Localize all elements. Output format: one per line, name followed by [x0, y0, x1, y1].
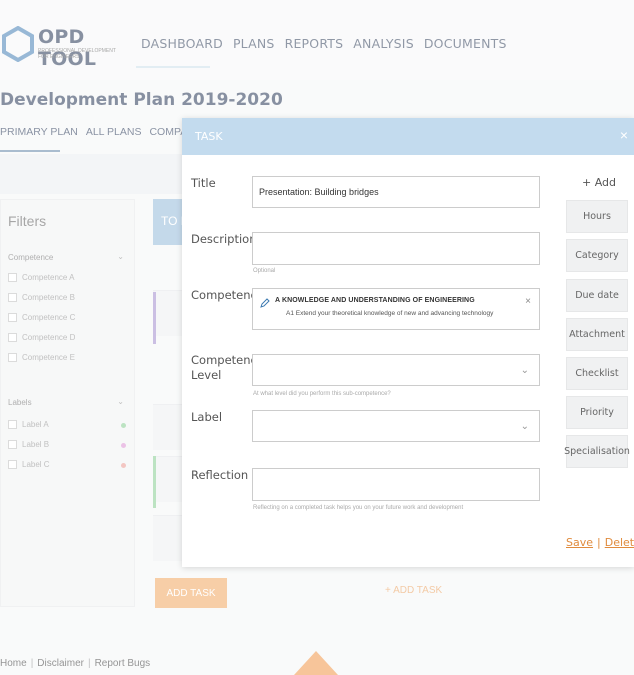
add-attachment-button[interactable]: Attachment — [566, 318, 628, 351]
label-select[interactable]: ⌄ — [252, 410, 540, 442]
title-label: Title — [191, 176, 216, 190]
label-label: Label — [191, 410, 223, 424]
competence-level-help: At what level did you perform this sub-c… — [253, 391, 391, 397]
add-heading: + Add — [582, 176, 617, 189]
remove-icon[interactable]: × — [525, 296, 531, 307]
reflection-label: Reflection — [191, 468, 249, 482]
description-input[interactable] — [252, 232, 540, 265]
close-icon[interactable]: × — [620, 127, 628, 143]
competence-level-select[interactable]: ⌄ — [252, 354, 540, 386]
chevron-down-icon: ⌄ — [520, 420, 529, 432]
delete-button[interactable]: Delete — [605, 536, 634, 549]
actions-separator: | — [597, 536, 601, 549]
modal-header: TASK × — [182, 118, 634, 155]
pencil-icon — [260, 298, 270, 308]
add-hours-button[interactable]: Hours — [566, 200, 628, 233]
competence-level-label: Competence Level — [191, 353, 264, 382]
reflection-help: Reflecting on a completed task helps you… — [253, 505, 464, 511]
title-input[interactable]: Presentation: Building bridges — [252, 176, 540, 208]
chevron-down-icon: ⌄ — [520, 364, 529, 376]
add-due-date-button[interactable]: Due date — [566, 279, 628, 312]
save-button[interactable]: Save — [566, 536, 593, 549]
add-checklist-button[interactable]: Checklist — [566, 357, 628, 390]
reflection-input[interactable] — [252, 468, 540, 501]
sub-competence-name: A1 Extend your theoretical knowledge of … — [286, 310, 494, 317]
competence-name: A KNOWLEDGE AND UNDERSTANDING OF ENGINEE… — [275, 297, 475, 304]
competence-selection[interactable]: A KNOWLEDGE AND UNDERSTANDING OF ENGINEE… — [252, 288, 540, 330]
description-help: Optional — [253, 268, 276, 274]
modal-actions: Save | Delete — [566, 536, 634, 549]
add-category-button[interactable]: Category — [566, 239, 628, 272]
add-specialisation-button[interactable]: Specialisation — [564, 435, 630, 468]
description-label: Description — [191, 232, 257, 246]
add-priority-button[interactable]: Priority — [566, 396, 628, 429]
modal-title: TASK — [195, 130, 223, 143]
task-modal: TASK × Title Presentation: Building brid… — [182, 118, 634, 567]
